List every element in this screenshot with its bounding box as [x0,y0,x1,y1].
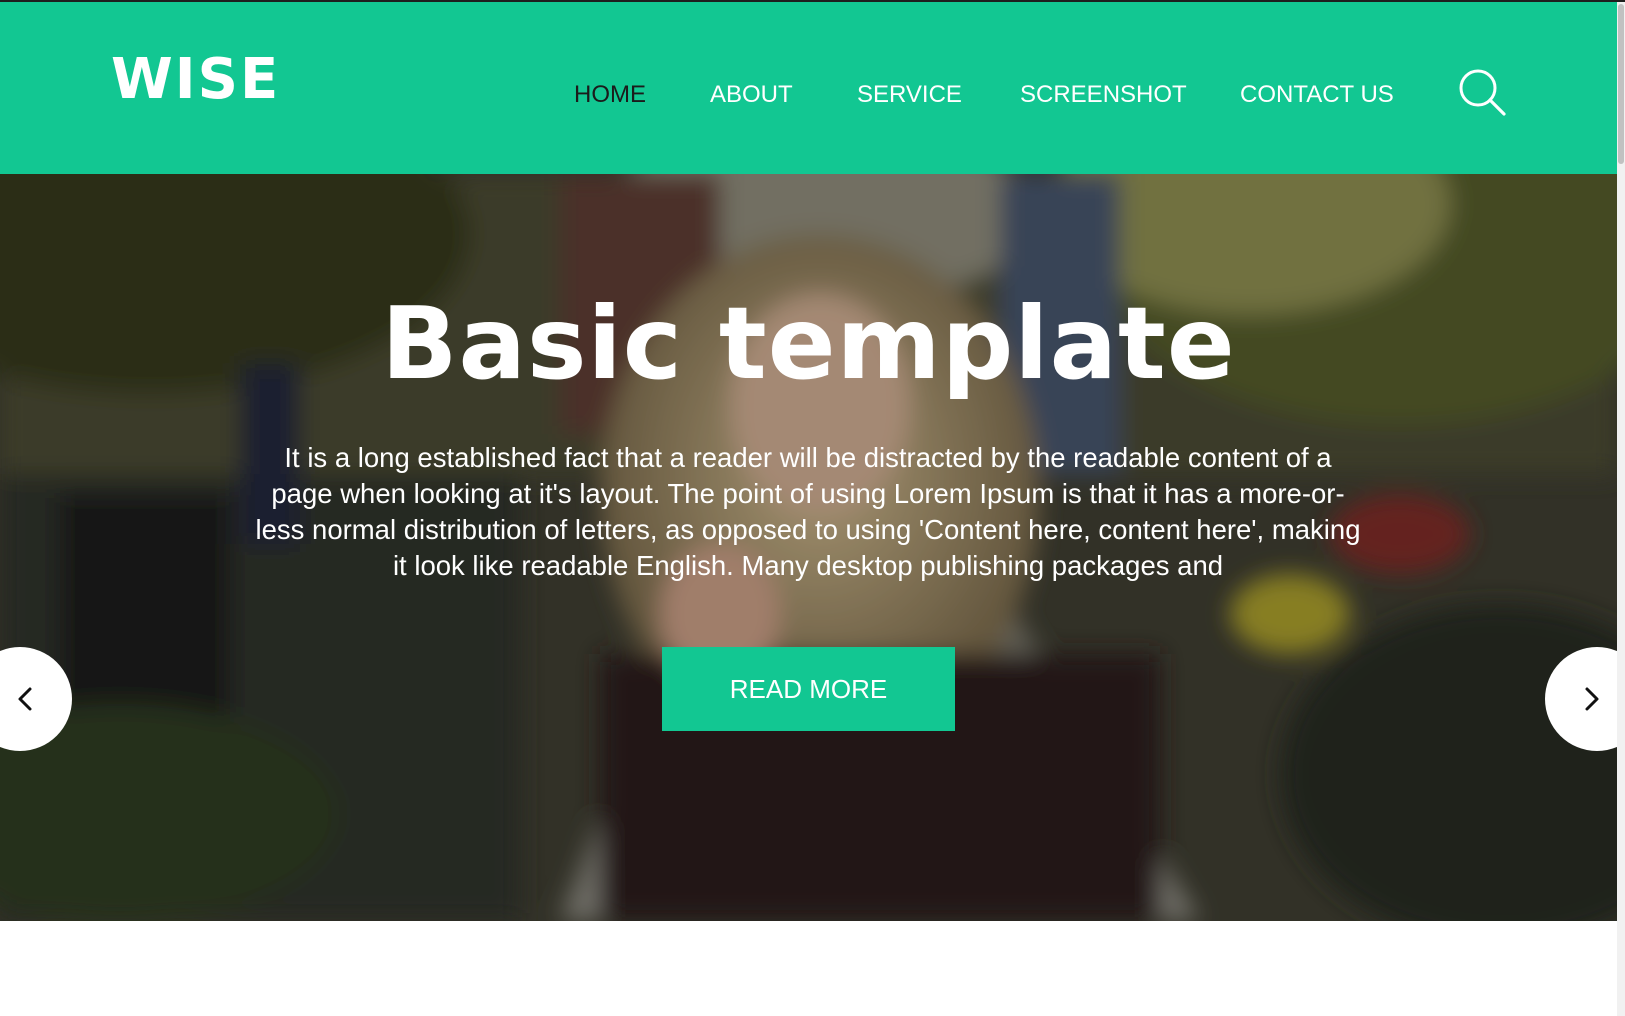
hero-description-line: It is a long established fact that a rea… [284,442,1332,473]
hero-slider: Basic template It is a long established … [0,174,1617,921]
hero-description: It is a long established fact that a rea… [238,440,1378,584]
site-header: WISE HOME ABOUT SERVICE SCREENSHOT CONTA… [0,2,1617,174]
main-nav: HOME ABOUT SERVICE SCREENSHOT CONTACT US [0,78,1617,112]
vertical-scrollbar[interactable] [1617,2,1625,1016]
read-more-button[interactable]: READ MORE [662,647,955,731]
hero-title: Basic template [381,285,1236,402]
page: WISE HOME ABOUT SERVICE SCREENSHOT CONTA… [0,0,1625,1016]
chevron-left-icon [18,687,32,711]
scrollbar-thumb[interactable] [1618,4,1624,164]
nav-item-contact-us[interactable]: CONTACT US [1240,78,1394,112]
nav-item-about[interactable]: ABOUT [710,78,793,112]
chevron-right-icon [1585,687,1599,711]
hero-description-line: page when looking at it's layout. The po… [271,478,1345,509]
hero-description-line: it look like readable English. Many desk… [392,550,1224,581]
nav-item-service[interactable]: SERVICE [857,78,962,112]
nav-item-home[interactable]: HOME [574,78,646,112]
search-button[interactable] [1458,68,1508,118]
hero-description-line: less normal distribution of letters, as … [255,514,1361,545]
search-icon [1459,69,1506,116]
nav-item-screenshot[interactable]: SCREENSHOT [1020,78,1187,112]
